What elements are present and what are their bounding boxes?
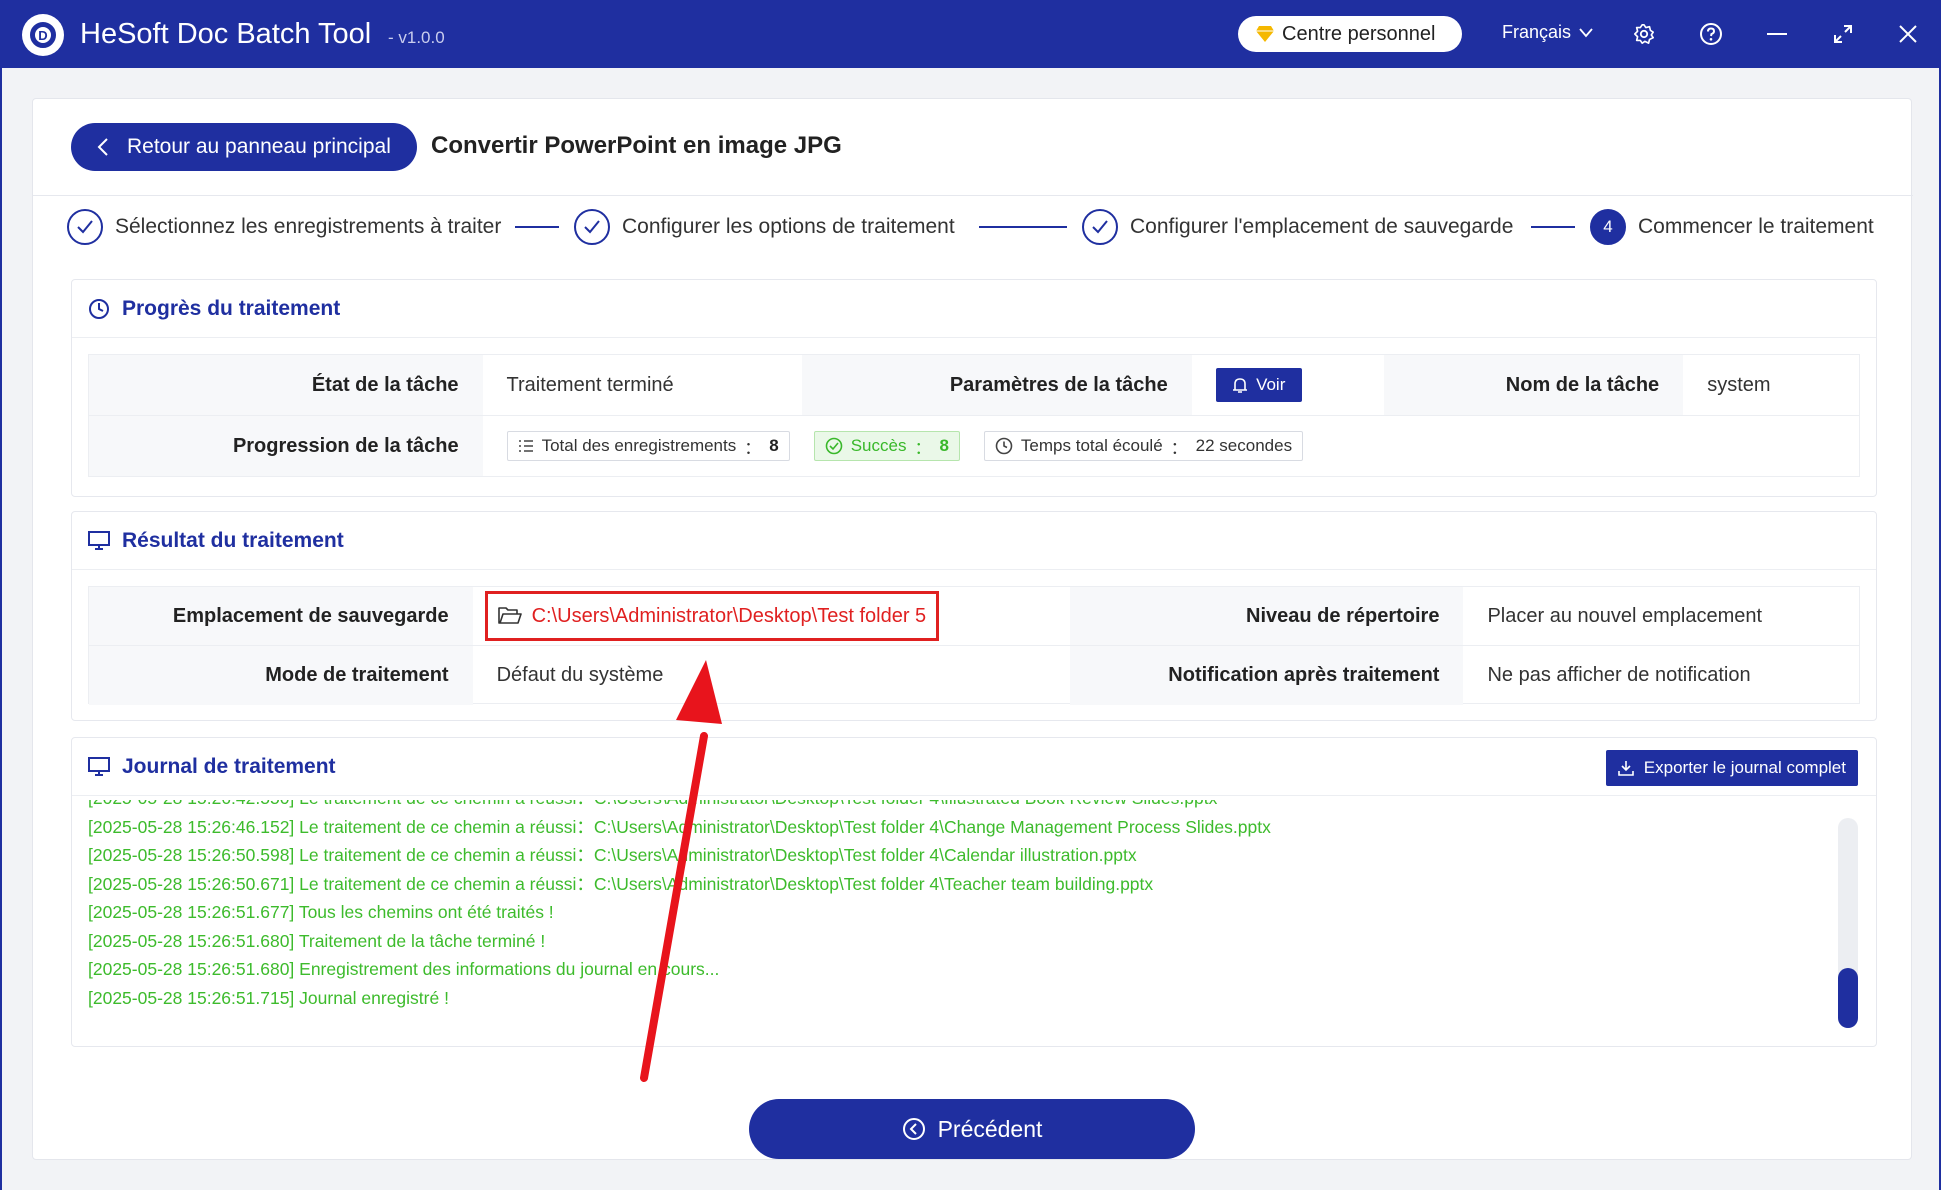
log-section-title: Journal de traitement [122,754,336,778]
chevron-left-icon [97,138,108,156]
monitor-icon [88,530,110,550]
folder-icon [497,607,522,624]
log-section: Journal de traitement Exporter le journa… [71,737,1877,1047]
step-1: Sélectionnez les enregistrements à trait… [67,209,501,245]
step-connector [515,226,559,228]
help-icon[interactable] [1697,20,1725,48]
main-window: Retour au panneau principal Convertir Po… [2,68,1939,1190]
list-icon [518,440,533,452]
check-icon [1082,209,1118,245]
elapsed-chip: Temps total écoulé： 22 secondes [983,431,1304,461]
step-2: Configurer les options de traitement [574,209,955,245]
page-title: Convertir PowerPoint en image JPG [431,132,842,159]
result-table: Emplacement de sauvegarde C:\Users\Admin… [88,586,1860,705]
success-label: Succès [850,436,907,455]
total-records-value: 8 [769,436,779,455]
elapsed-value: 22 secondes [1195,436,1293,455]
notify-label: Notification après traitement [1069,646,1464,705]
maximize-icon[interactable] [1829,20,1857,48]
previous-button-label: Précédent [937,1115,1043,1142]
view-button-label: Voir [1256,375,1286,394]
success-value: 8 [939,436,949,455]
task-state-label: État de la tâche [89,355,483,415]
total-records-label: Total des enregistrements [541,436,737,455]
log-line: [2025-05-28 15:26:46.152] Le traitement … [88,816,1271,837]
progress-section-header: Progrès du traitement [72,280,1876,338]
export-log-button[interactable]: Exporter le journal complet [1605,750,1858,786]
gear-icon[interactable] [1630,20,1658,48]
step-connector [979,226,1067,228]
save-location-value: C:\Users\Administrator\Desktop\Test fold… [531,604,927,627]
back-to-main-button[interactable]: Retour au panneau principal [71,123,417,171]
progress-section-title: Progrès du traitement [122,296,341,320]
previous-button[interactable]: Précédent [749,1099,1195,1159]
app-title: HeSoft Doc Batch Tool [80,18,372,50]
mode-label: Mode de traitement [89,646,473,705]
result-section-header: Résultat du traitement [72,512,1876,570]
success-chip: Succès： 8 [813,431,960,461]
title-bar: D HeSoft Doc Batch Tool - v1.0.0 Centre … [0,0,1941,68]
save-location-link[interactable]: C:\Users\Administrator\Desktop\Test fold… [484,591,940,641]
language-select[interactable]: Français [1502,22,1593,43]
divider [33,195,1913,196]
log-line: [2025-05-28 15:26:42.550] Le traitement … [88,800,1828,813]
log-line: [2025-05-28 15:26:50.598] Le traitement … [88,845,1137,865]
result-section: Résultat du traitement Emplacement de sa… [71,511,1877,721]
progress-section: Progrès du traitement État de la tâche T… [71,279,1877,497]
language-label: Français [1502,22,1572,42]
dir-level-value: Placer au nouvel emplacement [1487,604,1763,627]
step-4-number: 4 [1590,209,1626,245]
task-name-value: system [1707,373,1771,396]
progress-table: État de la tâche Traitement terminé Para… [88,354,1860,477]
save-location-label: Emplacement de sauvegarde [89,587,473,645]
bell-icon [1233,378,1248,393]
step-2-label: Configurer les options de traitement [622,215,955,238]
back-circle-icon [902,1118,925,1140]
task-progress-label: Progression de la tâche [89,416,483,476]
diamond-icon [1256,26,1274,42]
personal-center-label: Centre personnel [1282,22,1436,45]
task-params-label: Paramètres de la tâche [802,355,1192,415]
app-logo: D [22,14,64,56]
log-line: [2025-05-28 15:26:51.680] Enregistrement… [88,959,720,979]
check-icon [67,209,103,245]
step-3: Configurer l'emplacement de sauvegarde [1082,209,1513,245]
log-line: [2025-05-28 15:26:51.677] Tous les chemi… [88,902,554,922]
step-1-label: Sélectionnez les enregistrements à trait… [115,215,502,238]
task-state-value: Traitement terminé [506,373,674,396]
notify-value: Ne pas afficher de notification [1487,664,1751,686]
app-version: - v1.0.0 [388,28,445,47]
monitor-icon [88,756,110,776]
mode-value: Défaut du système [496,664,664,686]
download-icon [1617,761,1634,776]
content-card: Retour au panneau principal Convertir Po… [32,98,1913,1160]
minimize-icon[interactable] [1763,20,1791,48]
clock-icon [995,437,1013,455]
log-line: [2025-05-28 15:26:50.671] Le traitement … [88,873,1154,894]
total-records-chip: Total des enregistrements： 8 [506,431,790,461]
log-line: [2025-05-28 15:26:51.715] Journal enregi… [88,987,449,1008]
step-3-label: Configurer l'emplacement de sauvegarde [1130,215,1514,238]
log-line: [2025-05-28 15:26:51.680] Traitement de … [88,930,546,951]
step-connector [1531,226,1575,228]
check-circle-icon [825,437,843,455]
step-4: 4 Commencer le traitement [1590,209,1874,245]
chevron-down-icon [1579,27,1593,37]
export-log-label: Exporter le journal complet [1643,758,1846,777]
step-4-label: Commencer le traitement [1638,215,1874,238]
elapsed-label: Temps total écoulé [1020,436,1163,455]
dir-level-label: Niveau de répertoire [1069,587,1464,645]
clock-icon [89,298,109,319]
view-button[interactable]: Voir [1215,368,1302,402]
log-scrollbar-thumb[interactable] [1838,968,1858,1028]
result-section-title: Résultat du traitement [122,528,344,552]
task-name-label: Nom de la tâche [1383,355,1684,415]
back-button-label: Retour au panneau principal [127,135,391,158]
personal-center-button[interactable]: Centre personnel [1238,16,1462,52]
close-icon[interactable] [1894,20,1922,48]
check-icon [574,209,610,245]
log-list: [2025-05-28 15:26:42.550] Le traitement … [88,800,1828,1028]
